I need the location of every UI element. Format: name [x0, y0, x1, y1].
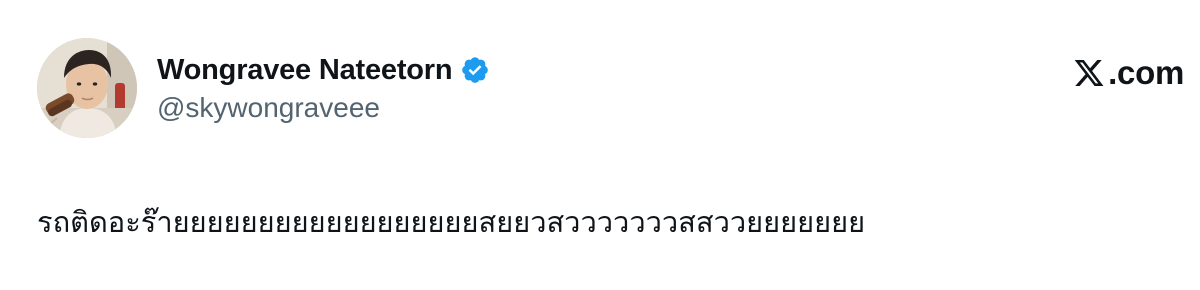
tweet-card: Wongravee Nateetorn @skywongraveee .com …: [0, 0, 1200, 290]
author-handle[interactable]: @skywongraveee: [157, 92, 380, 124]
avatar-photo: [37, 38, 137, 138]
x-brand: .com: [1072, 52, 1184, 94]
avatar[interactable]: [37, 38, 137, 138]
brand-domain-text: .com: [1108, 54, 1184, 91]
tweet-text: รถติดอะร๊ายยยยยยยยยยยยยยยยยยสยยวสววววววว…: [37, 205, 866, 239]
x-logo-icon: [1074, 60, 1104, 86]
author-name-row: Wongravee Nateetorn: [157, 50, 490, 90]
display-name[interactable]: Wongravee Nateetorn: [157, 54, 453, 87]
verified-badge-icon: [462, 57, 489, 83]
